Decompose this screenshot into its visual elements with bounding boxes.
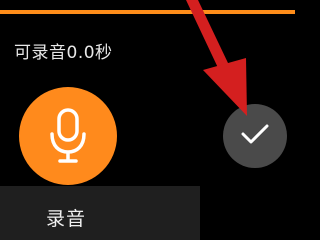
record-time-hint: 可录音0.0秒 xyxy=(14,43,113,63)
microphone-icon xyxy=(48,106,88,166)
confirm-button[interactable] xyxy=(223,104,287,168)
record-label-panel xyxy=(0,186,200,240)
record-button[interactable] xyxy=(19,87,117,185)
voice-record-panel: 可录音0.0秒 录音 xyxy=(0,0,295,240)
check-icon xyxy=(240,122,270,150)
top-divider xyxy=(0,10,295,14)
record-label: 录音 xyxy=(46,208,87,230)
